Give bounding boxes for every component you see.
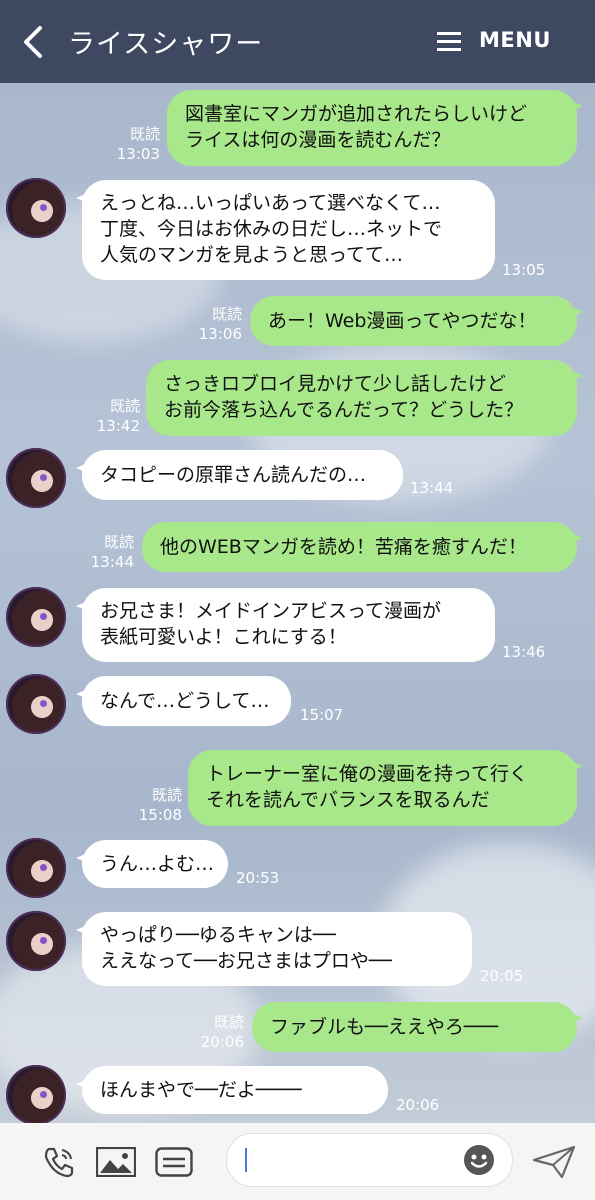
- message-bubble-received: タコピーの原罪さん読んだの…: [76, 450, 403, 500]
- avatar[interactable]: [6, 1065, 66, 1125]
- text-cursor: [245, 1148, 247, 1172]
- image-icon[interactable]: [96, 1147, 136, 1177]
- avatar[interactable]: [6, 587, 66, 647]
- message-bubble-received: なんで…どうして…: [76, 676, 291, 726]
- message-time: 20:53: [236, 869, 280, 887]
- message-bubble-received: うん…よむ…: [76, 840, 228, 888]
- read-status: 既読 15:08: [138, 786, 182, 824]
- message-time: 15:07: [300, 706, 344, 724]
- message-bubble-sent: 図書室にマンガが追加されたらしいけど ライスは何の漫画を読むんだ？: [167, 90, 583, 166]
- message-bubble-sent: トレーナー室に俺の漫画を持って行く それを読んでバランスを取るんだ: [188, 750, 583, 826]
- message-bubble-sent: ファブルも──ええやろ───: [252, 1002, 583, 1052]
- read-status: 既読 13:42: [96, 397, 140, 435]
- keyboard-icon[interactable]: [155, 1147, 193, 1177]
- hamburger-icon[interactable]: [437, 32, 461, 52]
- message-bubble-received: やっぱり──ゆるキャンは── ええなって──お兄さまはプロや──: [76, 912, 472, 986]
- read-status: 既読 13:03: [116, 125, 160, 163]
- menu-button[interactable]: MENU: [479, 28, 551, 52]
- input-bar: [0, 1123, 595, 1200]
- read-status: 既読 20:06: [200, 1013, 244, 1051]
- send-icon[interactable]: [532, 1145, 576, 1179]
- avatar[interactable]: [6, 838, 66, 898]
- message-time: 20:06: [396, 1096, 440, 1114]
- back-arrow-icon[interactable]: [20, 24, 50, 60]
- message-bubble-received: ほんまやで──だよ────: [76, 1066, 388, 1114]
- avatar[interactable]: [6, 911, 66, 971]
- read-status: 既読 13:44: [90, 533, 134, 571]
- read-status: 既読 13:06: [198, 305, 242, 343]
- avatar[interactable]: [6, 448, 66, 508]
- emoji-icon[interactable]: [463, 1144, 495, 1176]
- message-bubble-sent: あー！Web漫画ってやつだな！: [250, 296, 583, 346]
- message-time: 13:05: [502, 261, 546, 279]
- avatar[interactable]: [6, 178, 66, 238]
- message-bubble-sent: さっきロブロイ見かけて少し話したけど お前今落ち込んでるんだって？どうした？: [146, 360, 583, 436]
- chat-header: ライスシャワー MENU: [0, 0, 595, 83]
- phone-icon[interactable]: [42, 1145, 76, 1179]
- chat-title: ライスシャワー: [68, 29, 264, 60]
- message-bubble-received: えっとね…いっぱいあって選べなくて… 丁度、今日はお休みの日だし…ネットで 人気…: [76, 180, 495, 280]
- message-bubble-received: お兄さま！メイドインアビスって漫画が 表紙可愛いよ！これにする！: [76, 588, 495, 662]
- message-time: 20:05: [480, 967, 524, 985]
- avatar[interactable]: [6, 674, 66, 734]
- message-input[interactable]: [226, 1133, 513, 1187]
- message-time: 13:46: [502, 643, 546, 661]
- message-time: 13:44: [410, 479, 454, 497]
- message-bubble-sent: 他のWEBマンガを読め！苦痛を癒すんだ！: [142, 522, 583, 572]
